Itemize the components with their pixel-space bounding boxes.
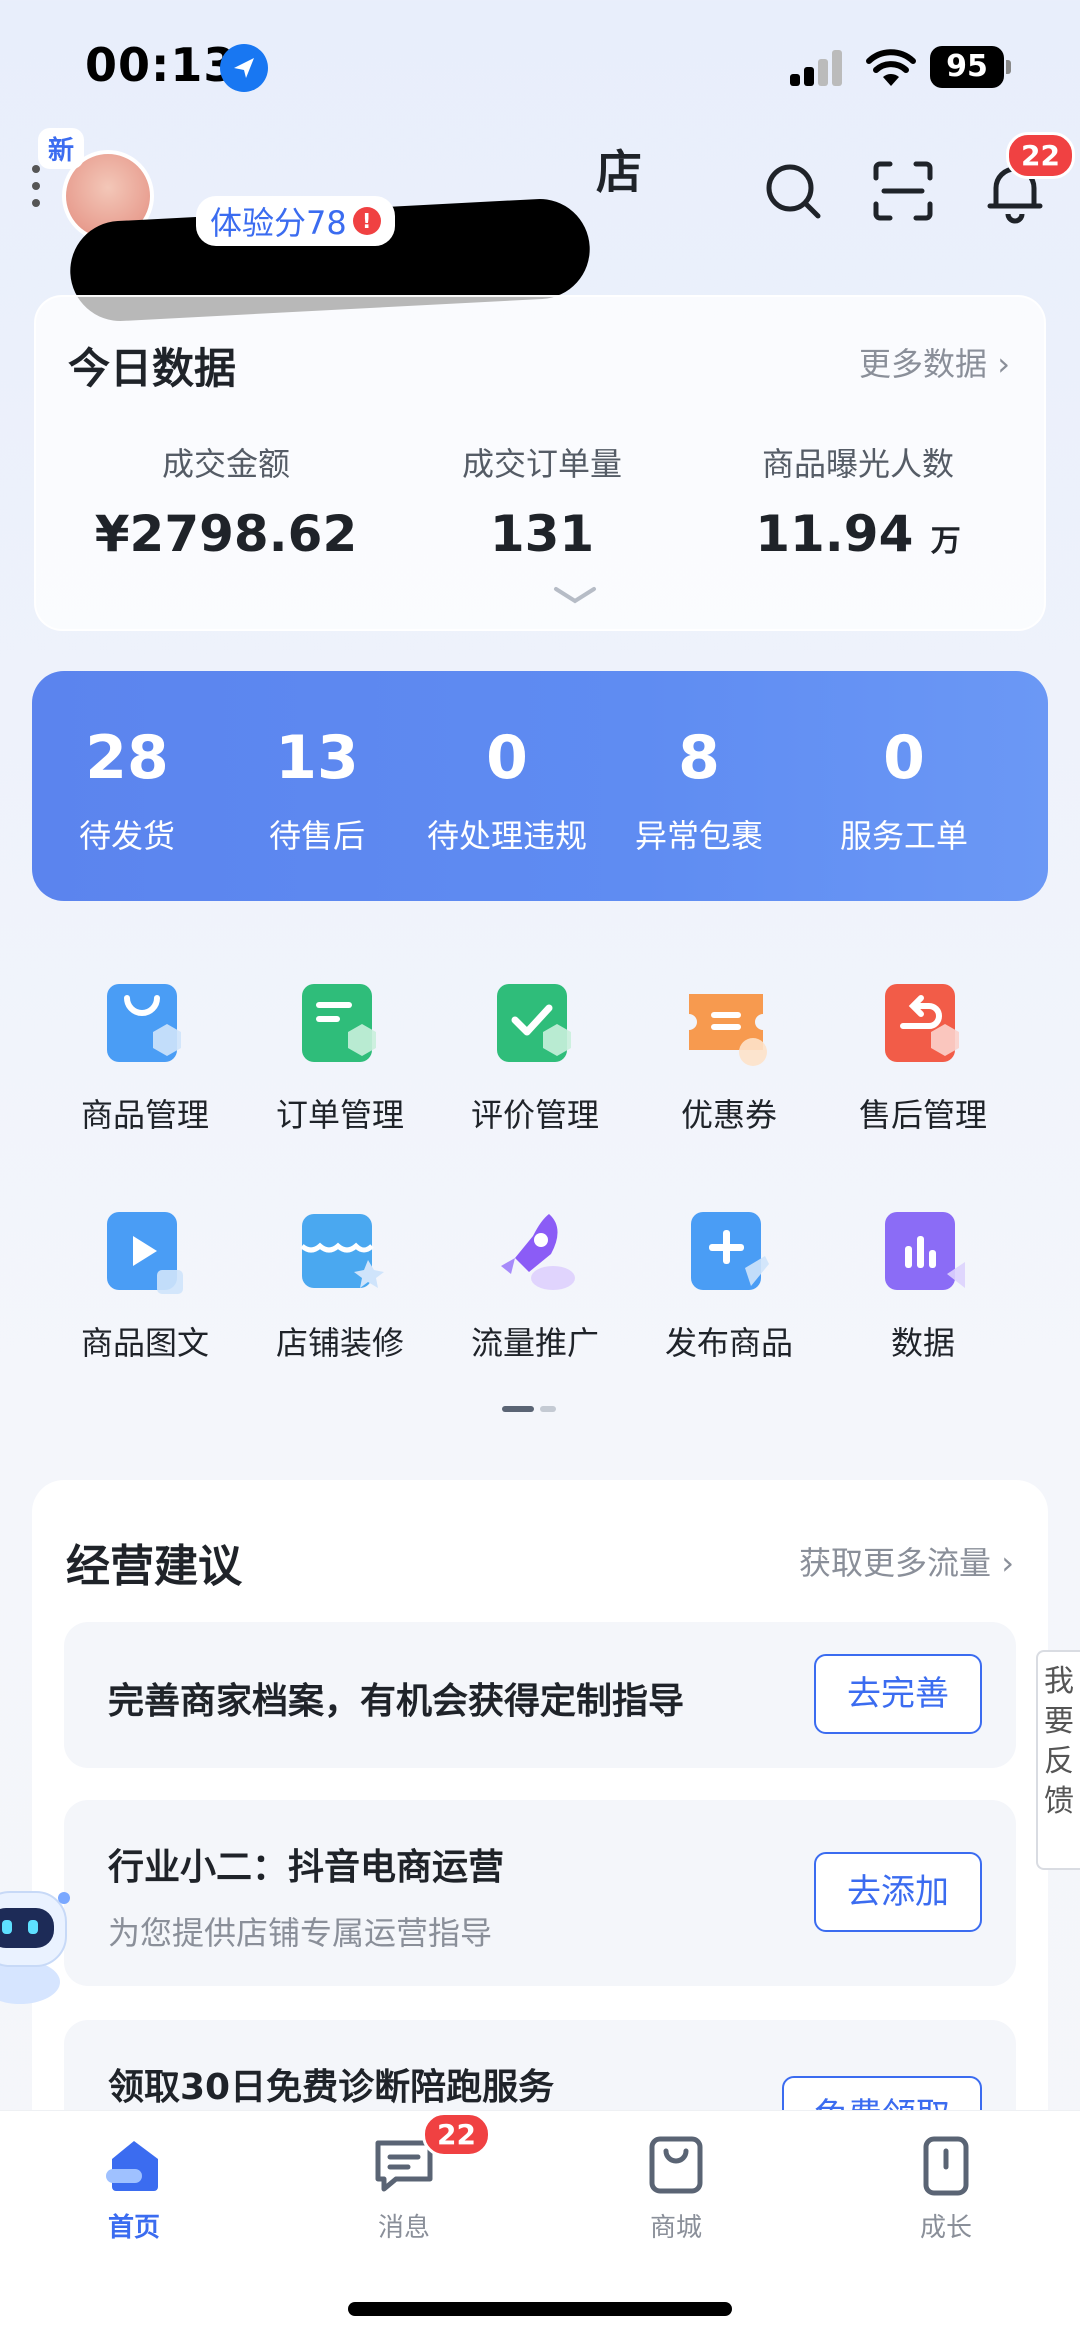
search-icon[interactable] <box>760 158 826 224</box>
suggestion-title: 完善商家档案，有机会获得定制指导 <box>108 1681 685 1722</box>
more-menu-icon[interactable] <box>30 165 42 215</box>
tool-after-sales[interactable]: 售后管理 <box>828 980 1018 1136</box>
tool-label: 优惠券 <box>680 1096 777 1134</box>
tool-label: 数据 <box>890 1324 955 1362</box>
review-check-icon <box>489 980 581 1072</box>
tool-label: 售后管理 <box>858 1096 987 1134</box>
home-icon <box>102 2133 166 2197</box>
stat-label: 商品曝光人数 <box>761 445 954 483</box>
tool-product-media[interactable]: 商品图文 <box>50 1208 240 1364</box>
experience-score-label: 体验分78 <box>210 204 347 242</box>
return-arrow-icon <box>877 980 969 1072</box>
todo-label: 服务工单 <box>839 817 968 855</box>
today-data-title: 今日数据 <box>68 344 237 393</box>
tool-label: 商品管理 <box>80 1096 209 1134</box>
todo-count: 0 <box>486 723 528 793</box>
tool-order-management[interactable]: 订单管理 <box>245 980 435 1136</box>
rocket-icon <box>489 1208 581 1300</box>
status-time: 00:13 <box>85 38 237 92</box>
shop-header: 新 店 体验分78 ! 22 <box>0 110 1080 324</box>
tab-mall[interactable]: 商城 <box>576 2133 776 2244</box>
location-arrow-icon <box>220 44 268 92</box>
todo-label: 异常包裹 <box>634 817 763 855</box>
todo-abnormal-packages[interactable]: 8 异常包裹 <box>604 723 794 857</box>
shopping-bag-icon <box>99 980 191 1072</box>
wifi-icon <box>866 48 916 88</box>
tool-publish-product[interactable]: 发布商品 <box>634 1208 824 1364</box>
tab-label: 消息 <box>377 2213 430 2243</box>
tab-home[interactable]: 首页 <box>34 2133 234 2244</box>
today-data-card: 今日数据 更多数据 › 成交金额 ¥2798.62 成交订单量 131 商品曝光… <box>34 295 1046 631</box>
todo-count: 8 <box>678 723 720 793</box>
todo-pending-shipment[interactable]: 28 待发货 <box>32 723 222 857</box>
storefront-icon <box>294 1208 386 1300</box>
tab-label: 商城 <box>649 2213 702 2243</box>
more-data-link[interactable]: 更多数据 › <box>859 339 1010 385</box>
growth-icon <box>914 2133 978 2197</box>
tool-label: 店铺装修 <box>275 1324 404 1362</box>
battery-indicator: 95 <box>930 46 1004 88</box>
stat-value: 11.94 万 <box>755 505 961 563</box>
tool-label: 评价管理 <box>470 1096 599 1134</box>
tool-label: 发布商品 <box>664 1324 793 1362</box>
cellular-signal-icon <box>790 50 846 86</box>
more-traffic-link[interactable]: 获取更多流量 › <box>799 1538 1014 1584</box>
add-plus-icon <box>683 1208 775 1300</box>
todo-service-tickets[interactable]: 0 服务工单 <box>794 723 1014 857</box>
tool-label: 商品图文 <box>80 1324 209 1362</box>
stat-exposure[interactable]: 商品曝光人数 11.94 万 <box>698 439 1018 563</box>
tool-data[interactable]: 数据 <box>828 1208 1018 1364</box>
tool-review-management[interactable]: 评价管理 <box>440 980 630 1136</box>
todo-count: 0 <box>883 723 925 793</box>
experience-score[interactable]: 体验分78 ! <box>196 196 395 246</box>
add-advisor-button[interactable]: 去添加 <box>814 1852 982 1932</box>
tool-traffic-promotion[interactable]: 流量推广 <box>440 1208 630 1364</box>
todo-violations[interactable]: 0 待处理违规 <box>377 723 637 857</box>
stat-orders[interactable]: 成交订单量 131 <box>382 439 702 563</box>
stat-gmv[interactable]: 成交金额 ¥2798.62 <box>66 439 386 563</box>
tool-store-decoration[interactable]: 店铺装修 <box>245 1208 435 1364</box>
chevron-down-icon[interactable] <box>552 583 598 609</box>
warning-icon: ! <box>352 207 381 235</box>
tab-growth[interactable]: 成长 <box>846 2133 1046 2244</box>
shopping-bag-icon <box>644 2133 708 2197</box>
suggestion-item: 完善商家档案，有机会获得定制指导 去完善 <box>64 1622 1016 1768</box>
suggestion-title: 行业小二：抖音电商运营 <box>108 1847 505 1888</box>
home-indicator <box>348 2302 732 2316</box>
new-badge: 新 <box>38 128 85 169</box>
feedback-tab[interactable]: 我要反馈 <box>1036 1650 1080 1870</box>
tool-coupons[interactable]: 优惠券 <box>634 980 824 1136</box>
suggestion-title: 领取30日免费诊断陪跑服务 <box>108 2067 555 2108</box>
shop-name-suffix: 店 <box>596 145 642 199</box>
assistant-robot-icon[interactable] <box>0 1862 90 2012</box>
message-count-badge: 22 <box>422 2112 491 2157</box>
todo-count: 28 <box>85 723 169 793</box>
stat-value: ¥2798.62 <box>94 505 358 563</box>
tool-grid-pager <box>502 1406 556 1412</box>
complete-profile-button[interactable]: 去完善 <box>814 1654 982 1734</box>
tool-label: 流量推广 <box>470 1324 599 1362</box>
tool-label: 订单管理 <box>275 1096 404 1134</box>
todo-label: 待处理违规 <box>426 817 587 855</box>
scan-icon[interactable] <box>870 158 936 224</box>
battery-nub <box>1006 60 1011 74</box>
suggestion-item: 行业小二：抖音电商运营 为您提供店铺专属运营指导 去添加 <box>64 1800 1016 1986</box>
tab-label: 首页 <box>107 2213 160 2243</box>
coupon-icon <box>683 980 775 1072</box>
stat-label: 成交订单量 <box>461 445 622 483</box>
tab-label: 成长 <box>919 2213 972 2243</box>
stat-label: 成交金额 <box>161 445 290 483</box>
stat-value: 131 <box>489 505 595 563</box>
tool-product-management[interactable]: 商品管理 <box>50 980 240 1136</box>
bar-chart-icon <box>877 1208 969 1300</box>
todo-summary-bar: 28 待发货 13 待售后 0 待处理违规 8 异常包裹 0 服务工单 <box>32 671 1048 901</box>
video-play-icon <box>99 1208 191 1300</box>
suggestion-subtitle: 为您提供店铺专属运营指导 <box>108 1914 493 1952</box>
order-document-icon <box>294 980 386 1072</box>
suggestions-title: 经营建议 <box>66 1541 242 1592</box>
notification-badge: 22 <box>1006 132 1075 179</box>
todo-label: 待发货 <box>78 817 175 855</box>
